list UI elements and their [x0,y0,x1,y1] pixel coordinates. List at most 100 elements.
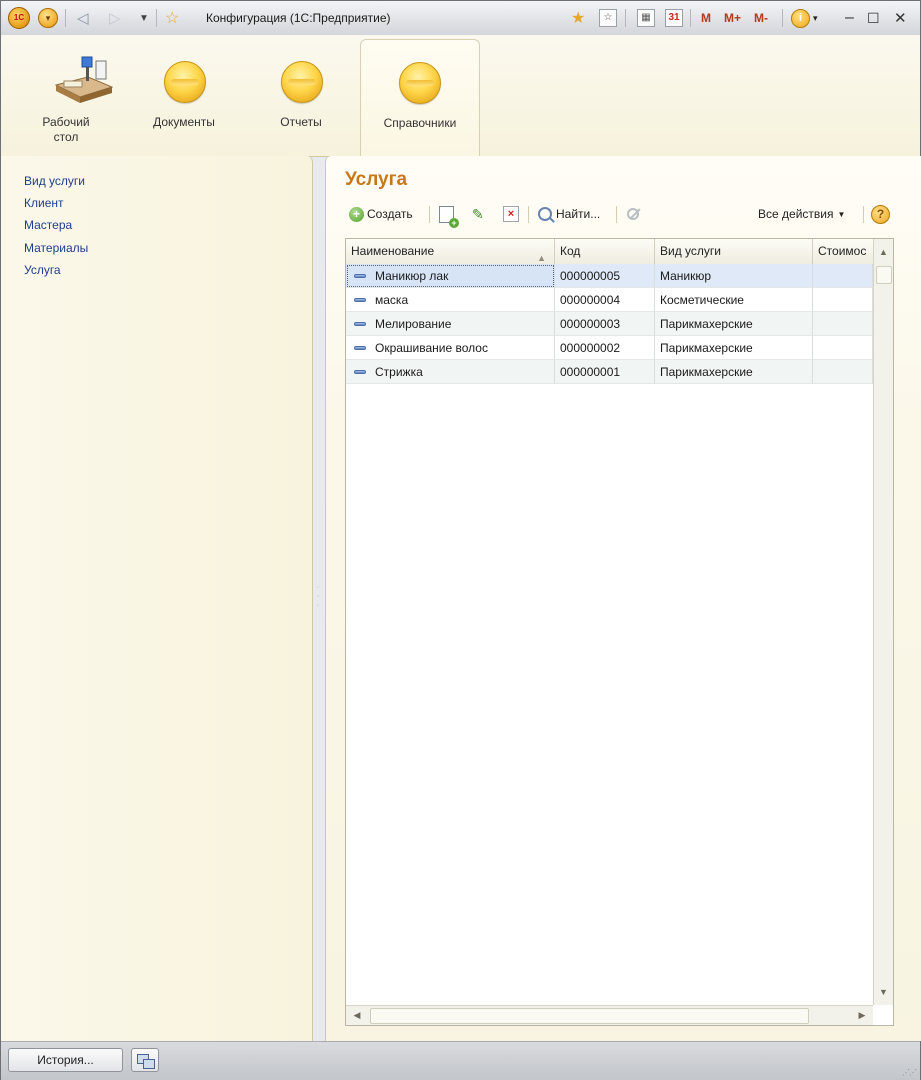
calendar-icon[interactable]: 31 [665,7,683,29]
cell-kind: Маникюр [655,264,813,288]
cell-kind: Косметические [655,288,813,312]
create-label: Создать [367,207,413,221]
section-reports[interactable]: Отчеты [263,35,339,155]
scroll-right-icon[interactable]: ▶ [853,1006,871,1025]
cell-code: 000000003 [555,312,655,336]
cell-name: Маникюр лак [346,264,555,288]
cell-kind: Парикмахерские [655,312,813,336]
create-button[interactable]: + Создать [349,203,413,225]
table-row[interactable]: Маникюр лак 000000005 Маникюр [346,264,873,288]
column-header-cost[interactable]: Стоимос [813,239,873,264]
windows-icon [143,1059,155,1069]
memory-button[interactable]: M [701,7,711,29]
find-button[interactable]: Найти... [538,203,600,225]
cancel-search-button[interactable] [626,203,640,225]
cell-cost [813,288,873,312]
copy-icon [439,205,459,228]
cell-kind: Парикмахерские [655,336,813,360]
section-label: Рабочий стол [42,115,90,144]
history-dropdown-icon[interactable]: ▼ [139,7,149,29]
main-menu-button[interactable]: ▾ [38,7,58,29]
catalog-table[interactable]: Наименование ▲ Код Вид услуги Стоимос Ма… [345,238,894,1026]
form-toolbar: + Создать ✎ × Найти... Все действия ▼ ? [346,203,916,228]
copy-button[interactable] [439,203,459,228]
cell-name: Окрашивание волос [346,336,555,360]
sections-panel: Рабочий стол Документы Отчеты Справочники [1,35,920,157]
favorites-list-icon[interactable]: ☆ [599,7,617,29]
sidebar-item-masters[interactable]: Мастера [24,218,72,233]
sort-ascending-icon: ▲ [537,253,546,263]
plus-icon: + [349,206,364,222]
memory-minus-button[interactable]: M- [754,7,768,29]
catalog-item-icon [354,298,366,302]
column-header-label: Наименование [351,244,435,258]
minimize-button[interactable]: – [845,7,854,29]
scroll-thumb[interactable] [876,266,892,284]
calculator-icon[interactable]: ▦ [637,7,655,29]
find-label: Найти... [556,207,601,221]
section-documents[interactable]: Документы [129,35,239,155]
table-row[interactable]: Стрижка 000000001 Парикмахерские [346,360,873,384]
section-label: Справочники [383,116,457,130]
cell-code: 000000004 [555,288,655,312]
form-panel: Услуга + Создать ✎ × Найти... Все действ… [325,156,921,1041]
cell-code: 000000005 [555,264,655,288]
resize-grip-icon[interactable]: ⋰⋰ [902,1068,917,1077]
section-circle-icon [281,61,323,103]
scroll-left-icon[interactable]: ◀ [348,1006,366,1025]
favorites-star-icon[interactable]: ☆ [165,7,179,29]
section-desktop[interactable]: Рабочий стол [18,35,114,155]
horizontal-scrollbar[interactable]: ◀ ▶ [346,1005,873,1025]
scroll-up-icon[interactable]: ▲ [874,243,893,261]
splitter-handle[interactable]: · · · [315,583,321,610]
cell-code: 000000002 [555,336,655,360]
cell-cost [813,264,873,288]
scroll-down-icon[interactable]: ▼ [874,983,893,1001]
close-button[interactable]: ✕ [894,7,907,29]
chevron-down-icon: ▼ [837,209,846,219]
app-logo-icon[interactable]: 1С [8,7,30,29]
cell-name: маска [346,288,555,312]
section-circle-icon [399,62,441,104]
chevron-down-icon: ▾ [38,8,58,28]
catalog-item-icon [354,370,366,374]
navigation-panel: Вид услуги Клиент Мастера Материалы Услу… [1,156,313,1041]
column-header-code[interactable]: Код [555,239,655,264]
windows-button[interactable] [131,1048,159,1072]
section-label: Отчеты [280,115,322,129]
sidebar-item-materials[interactable]: Материалы [24,241,88,256]
section-catalogs[interactable]: Справочники [360,39,480,157]
help-icon: ? [871,204,890,224]
vertical-scrollbar[interactable]: ▲ ▼ [873,239,893,1005]
table-row[interactable]: Мелирование 000000003 Парикмахерские [346,312,873,336]
table-header: Наименование ▲ Код Вид услуги Стоимос [346,239,873,265]
sidebar-item-service[interactable]: Услуга [24,263,61,278]
add-favorite-icon[interactable]: ★ [571,7,585,29]
edit-button[interactable]: ✎ [472,203,484,225]
form-title: Услуга [345,169,408,190]
column-header-kind[interactable]: Вид услуги [655,239,813,264]
help-button[interactable]: ? [871,203,890,225]
column-header-name[interactable]: Наименование ▲ [346,239,555,264]
clear-search-icon [626,207,640,221]
table-row[interactable]: маска 000000004 Косметические [346,288,873,312]
table-row[interactable]: Окрашивание волос 000000002 Парикмахерск… [346,336,873,360]
sidebar-item-service-kind[interactable]: Вид услуги [24,174,85,189]
delete-button[interactable]: × [503,203,519,225]
forward-arrow-icon[interactable]: ▷ [109,7,121,29]
scroll-thumb[interactable] [370,1008,809,1024]
maximize-button[interactable]: ☐ [867,7,880,29]
sidebar-item-client[interactable]: Клиент [24,196,64,211]
info-dropdown-icon[interactable]: ▾ [813,7,818,29]
memory-plus-button[interactable]: M+ [724,7,741,29]
catalog-item-icon [354,274,366,278]
desktop-icon [54,56,114,103]
history-button[interactable]: История... [8,1048,123,1072]
window-title: Конфигурация (1С:Предприятие) [206,11,391,25]
catalog-item-icon [354,322,366,326]
status-bar: История... ⋰⋰ [1,1041,920,1080]
back-arrow-icon[interactable]: ◁ [77,7,89,29]
all-actions-button[interactable]: Все действия ▼ [758,203,845,225]
pencil-icon: ✎ [472,205,484,222]
info-icon[interactable]: i [791,7,810,29]
